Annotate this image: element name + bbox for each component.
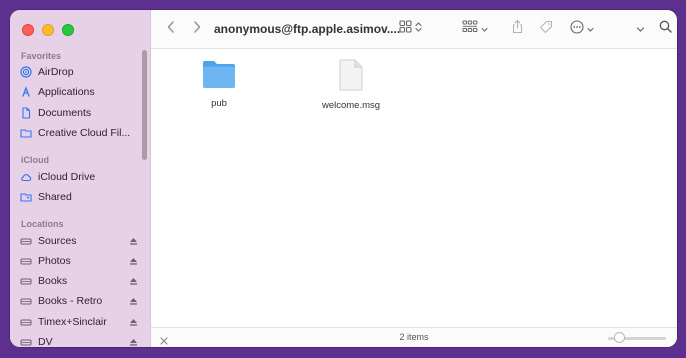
- group-button[interactable]: [460, 20, 490, 38]
- folder-icon: [20, 127, 32, 139]
- sidebar-item-label: Creative Cloud Fil...: [38, 127, 131, 139]
- icon-size-slider-knob[interactable]: [614, 332, 625, 343]
- sidebar-item-icloud-drive[interactable]: iCloud Drive: [20, 168, 138, 186]
- favorites-header: Favorites: [21, 51, 62, 61]
- file-name: welcome.msg: [321, 100, 381, 111]
- window-controls: [22, 24, 74, 36]
- icon-view-icon: [398, 20, 412, 38]
- eject-icon[interactable]: [129, 257, 138, 266]
- applications-icon: [20, 86, 32, 98]
- chevron-updown-icon: [414, 20, 422, 38]
- sidebar-item-label: iCloud Drive: [38, 171, 96, 183]
- toolbar-overflow-button[interactable]: [634, 21, 646, 37]
- eject-icon[interactable]: [129, 277, 138, 286]
- forward-button[interactable]: [191, 20, 203, 39]
- cloud-icon: [20, 171, 32, 183]
- tag-icon: [539, 20, 553, 39]
- chevron-right-icon: [192, 20, 202, 39]
- sidebar-item-label: Timex+Sinclair: [38, 316, 107, 328]
- sidebar-scrollbar[interactable]: [142, 50, 147, 160]
- locations-header: Locations: [21, 219, 64, 229]
- file-browser: pub welcome.msg: [151, 49, 677, 327]
- icloud-header: iCloud: [21, 155, 49, 165]
- share-button[interactable]: [509, 19, 525, 39]
- group-grid-icon: [462, 20, 478, 38]
- sidebar-item-creative-cloud[interactable]: Creative Cloud Fil...: [20, 124, 138, 142]
- file-name: pub: [211, 98, 227, 109]
- sidebar: Favorites AirDrop Applications Documents…: [10, 10, 151, 347]
- search-icon: [659, 20, 672, 38]
- sidebar-item-applications[interactable]: Applications: [20, 83, 138, 101]
- drive-icon: [20, 255, 32, 267]
- sidebar-item-books-retro[interactable]: Books - Retro: [20, 292, 138, 310]
- drive-icon: [20, 235, 32, 247]
- eject-icon[interactable]: [129, 318, 138, 327]
- chevron-down-icon: [636, 20, 645, 38]
- sidebar-item-photos[interactable]: Photos: [20, 252, 138, 270]
- document-icon: [338, 59, 364, 96]
- sidebar-item-shared[interactable]: Shared: [20, 188, 138, 206]
- airdrop-icon: [20, 66, 32, 78]
- zoom-button[interactable]: [62, 24, 74, 36]
- sidebar-item-airdrop[interactable]: AirDrop: [20, 63, 138, 81]
- eject-icon[interactable]: [129, 338, 138, 347]
- sidebar-item-books[interactable]: Books: [20, 272, 138, 290]
- close-button[interactable]: [22, 24, 34, 36]
- drive-icon: [20, 336, 32, 347]
- eject-icon[interactable]: [129, 237, 138, 246]
- chevron-down-icon: [481, 20, 488, 38]
- item-count: 2 items: [399, 332, 429, 342]
- drive-icon: [20, 275, 32, 287]
- ellipsis-circle-icon: [570, 19, 584, 39]
- status-bar: 2 items: [151, 327, 677, 347]
- document-icon: [20, 107, 32, 119]
- search-button[interactable]: [658, 20, 672, 38]
- sidebar-item-label: Photos: [38, 255, 71, 267]
- sidebar-item-timex-sinclair[interactable]: Timex+Sinclair: [20, 313, 138, 331]
- file-item-pub[interactable]: pub: [199, 59, 239, 109]
- sidebar-item-sources[interactable]: Sources: [20, 232, 138, 250]
- drive-icon: [20, 316, 32, 328]
- sidebar-item-label: Books - Retro: [38, 295, 103, 307]
- sidebar-item-label: Shared: [38, 191, 72, 203]
- drive-icon: [20, 295, 32, 307]
- more-actions-button[interactable]: [569, 19, 595, 39]
- toolbar: anonymous@ftp.apple.asimov....: [151, 10, 677, 49]
- folder-icon: [202, 59, 236, 94]
- tag-button[interactable]: [538, 20, 554, 39]
- sidebar-item-label: Applications: [38, 86, 95, 98]
- sidebar-item-documents[interactable]: Documents: [20, 104, 138, 122]
- finder-window: Favorites AirDrop Applications Documents…: [10, 10, 677, 347]
- shared-folder-icon: [20, 191, 32, 203]
- minimize-button[interactable]: [42, 24, 54, 36]
- share-icon: [511, 19, 524, 39]
- eject-icon[interactable]: [129, 297, 138, 306]
- chevron-down-icon: [587, 20, 594, 38]
- sidebar-item-dv[interactable]: DV: [20, 333, 138, 347]
- window-title: anonymous@ftp.apple.asimov....: [214, 22, 401, 36]
- chevron-left-icon: [166, 20, 176, 39]
- file-item-welcome-msg[interactable]: welcome.msg: [311, 59, 391, 111]
- sidebar-item-label: AirDrop: [38, 66, 74, 78]
- sidebar-item-label: Documents: [38, 107, 92, 119]
- sidebar-item-label: Sources: [38, 235, 77, 247]
- back-button[interactable]: [165, 20, 177, 39]
- sidebar-item-label: Books: [38, 275, 68, 287]
- view-mode-button[interactable]: [397, 20, 423, 38]
- sidebar-item-label: DV: [38, 336, 53, 347]
